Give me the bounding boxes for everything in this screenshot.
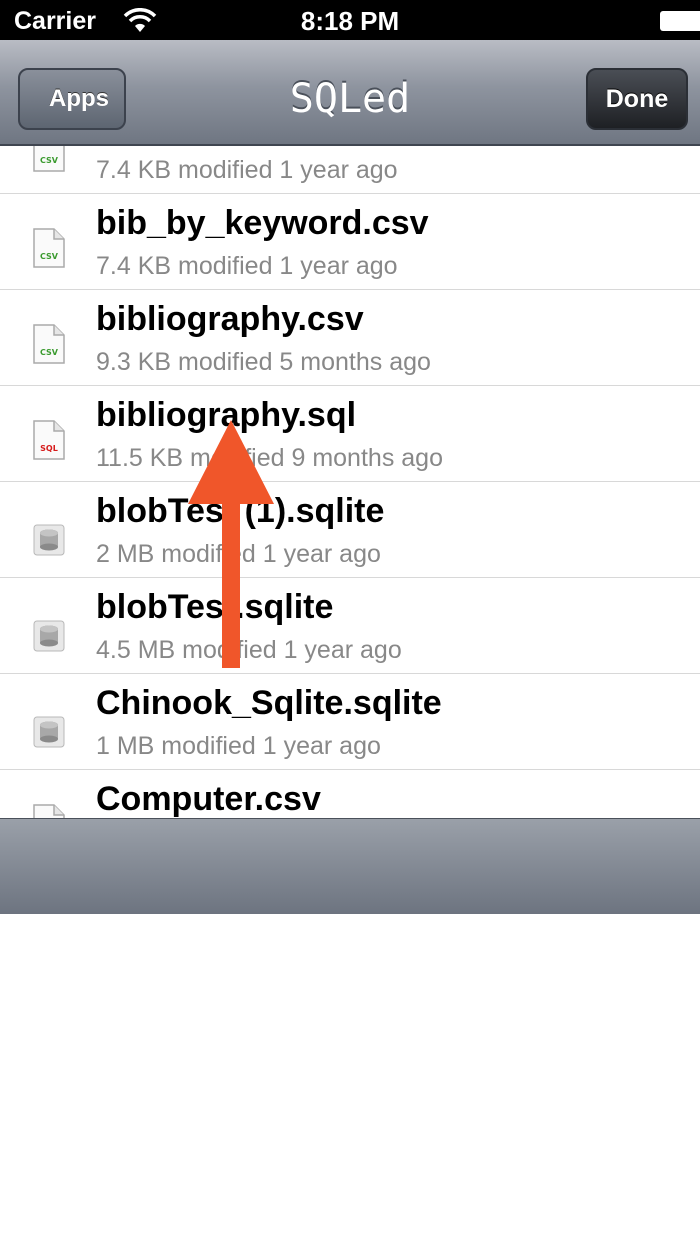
- file-meta: 7.4 KB modified 1 year ago: [96, 252, 398, 280]
- file-name: bib_by_keyword (1).csv: [96, 146, 480, 147]
- blank-area: [0, 914, 700, 1243]
- file-row[interactable]: Chinook_Sqlite.sqlite 1 MB modified 1 yea…: [0, 674, 700, 770]
- file-row[interactable]: CSV Computer.csv556 bytes modified 3 mon…: [0, 770, 700, 818]
- database-file-icon: [33, 524, 65, 556]
- file-meta: 11.5 KB modified 9 months ago: [96, 444, 443, 472]
- file-row[interactable]: SQL bibliography.sql 11.5 KB modified 9 m…: [0, 386, 700, 482]
- csv-file-icon: CSV: [33, 228, 65, 268]
- svg-text:CSV: CSV: [40, 348, 59, 357]
- battery-icon: [660, 11, 700, 31]
- svg-text:CSV: CSV: [40, 252, 59, 261]
- file-name: bibliography.csv: [96, 300, 364, 338]
- file-list-content: CSV bib_by_keyword (1).csv 7.4 KB modifie…: [0, 146, 700, 818]
- file-row[interactable]: CSV bib_by_keyword.csv 7.4 KB modified 1 …: [0, 194, 700, 290]
- file-meta: 9.3 KB modified 5 months ago: [96, 348, 431, 376]
- file-name: bibliography.sql: [96, 396, 357, 434]
- file-list[interactable]: CSV bib_by_keyword (1).csv 7.4 KB modifie…: [0, 146, 700, 818]
- file-name: bib_by_keyword.csv: [96, 204, 429, 242]
- database-file-icon: [33, 716, 65, 748]
- file-meta: 7.4 KB modified 1 year ago: [96, 156, 398, 184]
- file-name: blobTest.sqlite: [96, 588, 334, 626]
- csv-file-icon: CSV: [33, 324, 65, 364]
- file-meta: 1 MB modified 1 year ago: [96, 732, 381, 760]
- file-name: blobTest (1).sqlite: [96, 492, 385, 530]
- nav-bar: Apps SQLed Done: [0, 40, 700, 146]
- file-meta: 2 MB modified 1 year ago: [96, 540, 381, 568]
- csv-file-icon: CSV: [33, 804, 65, 818]
- file-row[interactable]: blobTest.sqlite 4.5 MB modified 1 year ag…: [0, 578, 700, 674]
- file-name: Computer.csv: [96, 780, 321, 818]
- svg-text:CSV: CSV: [40, 156, 59, 165]
- file-row[interactable]: CSV bib_by_keyword (1).csv 7.4 KB modifie…: [0, 146, 700, 194]
- sql-file-icon: SQL: [33, 420, 65, 460]
- csv-file-icon: CSV: [33, 146, 65, 172]
- bottom-toolbar: [0, 818, 700, 914]
- file-name: Chinook_Sqlite.sqlite: [96, 684, 442, 722]
- file-row[interactable]: blobTest (1).sqlite 2 MB modified 1 year …: [0, 482, 700, 578]
- file-row[interactable]: CSV bibliography.csv 9.3 KB modified 5 mo…: [0, 290, 700, 386]
- status-bar: Carrier 8:18 PM: [0, 0, 700, 40]
- done-button[interactable]: Done: [586, 68, 688, 130]
- svg-text:SQL: SQL: [40, 444, 58, 453]
- file-meta: 4.5 MB modified 1 year ago: [96, 636, 402, 664]
- database-file-icon: [33, 620, 65, 652]
- clock: 8:18 PM: [300, 6, 400, 36]
